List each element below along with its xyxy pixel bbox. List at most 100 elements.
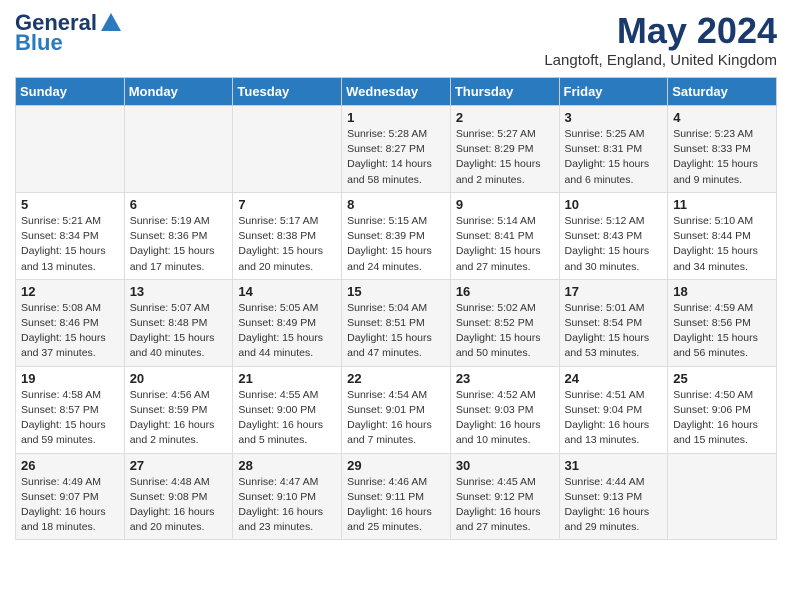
day-header-friday: Friday	[559, 78, 668, 106]
day-info: Sunrise: 4:52 AMSunset: 9:03 PMDaylight:…	[456, 388, 554, 449]
logo: General Blue	[15, 10, 123, 56]
sunset-text: Sunset: 8:29 PM	[456, 143, 534, 155]
day-number: 22	[347, 371, 445, 386]
calendar-cell: 27Sunrise: 4:48 AMSunset: 9:08 PMDayligh…	[124, 453, 233, 540]
daylight-text: Daylight: 15 hours and 47 minutes.	[347, 332, 432, 359]
day-number: 24	[565, 371, 663, 386]
daylight-text: Daylight: 16 hours and 15 minutes.	[673, 419, 758, 446]
sunrise-text: Sunrise: 5:28 AM	[347, 128, 427, 140]
day-info: Sunrise: 4:44 AM Sunset: 9:13 PM Daylight:…	[565, 475, 663, 536]
calendar-cell	[16, 106, 125, 193]
daylight-text: Daylight: 15 hours and 27 minutes.	[456, 245, 541, 272]
sunset-text: Sunset: 8:43 PM	[565, 230, 643, 242]
daylight-text: Daylight: 15 hours and 17 minutes.	[130, 245, 215, 272]
days-header-row: SundayMondayTuesdayWednesdayThursdayFrid…	[16, 78, 777, 106]
daylight-text: Daylight: 15 hours and 13 minutes.	[21, 245, 106, 272]
daylight-text: Daylight: 15 hours and 6 minutes.	[565, 158, 650, 185]
logo-blue: Blue	[15, 30, 63, 56]
day-header-monday: Monday	[124, 78, 233, 106]
sunset-text: Sunset: 9:13 PM	[565, 491, 643, 503]
sunrise-text: Sunrise: 4:52 AM	[456, 389, 536, 401]
daylight-text: Daylight: 15 hours and 40 minutes.	[130, 332, 215, 359]
calendar-cell: 31Sunrise: 4:44 AMSunset: 9:13 PMDayligh…	[559, 453, 668, 540]
sunrise-text: Sunrise: 5:12 AM	[565, 215, 645, 227]
page-header: General Blue May 2024 Langtoft, England,…	[15, 10, 777, 69]
day-info: Sunrise: 5:19 AMSunset: 8:36 PMDaylight:…	[130, 214, 228, 275]
day-info: Sunrise: 5:01 AMSunset: 8:54 PMDaylight:…	[565, 301, 663, 362]
day-info: Sunrise: 4:54 AMSunset: 9:01 PMDaylight:…	[347, 388, 445, 449]
daylight-text: Daylight: 15 hours and 20 minutes.	[238, 245, 323, 272]
day-number: 2	[456, 110, 554, 125]
calendar-cell: 25Sunrise: 4:50 AMSunset: 9:06 PMDayligh…	[668, 366, 777, 453]
calendar-cell: 10 Sunrise: 5:12 AM Sunset: 8:43 PM Dayligh…	[559, 192, 668, 279]
location: Langtoft, England, United Kingdom	[544, 52, 777, 69]
sunrise-text: Sunrise: 4:54 AM	[347, 389, 427, 401]
sunrise-text: Sunrise: 5:25 AM	[565, 128, 645, 140]
daylight-text: Daylight: 16 hours and 29 minutes.	[565, 506, 650, 533]
sunset-text: Sunset: 9:01 PM	[347, 404, 425, 416]
day-info: Sunrise: 5:02 AMSunset: 8:52 PMDaylight:…	[456, 301, 554, 362]
daylight-text: Daylight: 15 hours and 24 minutes.	[347, 245, 432, 272]
month-title: May 2024	[544, 10, 777, 52]
sunrise-text: Sunrise: 4:50 AM	[673, 389, 753, 401]
sunset-text: Sunset: 8:36 PM	[130, 230, 208, 242]
day-info: Sunrise: 4:51 AMSunset: 9:04 PMDaylight:…	[565, 388, 663, 449]
calendar-cell: 15Sunrise: 5:04 AMSunset: 8:51 PMDayligh…	[342, 279, 451, 366]
sunrise-text: Sunrise: 4:48 AM	[130, 476, 210, 488]
day-number: 12	[21, 284, 119, 299]
calendar-cell: 20Sunrise: 4:56 AMSunset: 8:59 PMDayligh…	[124, 366, 233, 453]
sunset-text: Sunset: 8:52 PM	[456, 317, 534, 329]
sunset-text: Sunset: 8:51 PM	[347, 317, 425, 329]
day-info: Sunrise: 5:25 AMSunset: 8:31 PMDaylight:…	[565, 127, 663, 188]
sunset-text: Sunset: 8:27 PM	[347, 143, 425, 155]
daylight-text: Daylight: 15 hours and 30 minutes.	[565, 245, 650, 272]
day-number: 4	[673, 110, 771, 125]
day-number: 1	[347, 110, 445, 125]
calendar-cell: 22Sunrise: 4:54 AMSunset: 9:01 PMDayligh…	[342, 366, 451, 453]
day-number: 28	[238, 458, 336, 473]
sunrise-text: Sunrise: 4:44 AM	[565, 476, 645, 488]
daylight-text: Daylight: 16 hours and 27 minutes.	[456, 506, 541, 533]
sunrise-text: Sunrise: 5:10 AM	[673, 215, 753, 227]
day-info: Sunrise: 5:17 AMSunset: 8:38 PMDaylight:…	[238, 214, 336, 275]
daylight-text: Daylight: 15 hours and 2 minutes.	[456, 158, 541, 185]
daylight-text: Daylight: 15 hours and 59 minutes.	[21, 419, 106, 446]
daylight-text: Daylight: 16 hours and 13 minutes.	[565, 419, 650, 446]
day-header-thursday: Thursday	[450, 78, 559, 106]
day-number: 30	[456, 458, 554, 473]
day-info: Sunrise: 5:07 AMSunset: 8:48 PMDaylight:…	[130, 301, 228, 362]
sunrise-text: Sunrise: 4:51 AM	[565, 389, 645, 401]
day-number: 19	[21, 371, 119, 386]
calendar-cell: 21Sunrise: 4:55 AMSunset: 9:00 PMDayligh…	[233, 366, 342, 453]
sunset-text: Sunset: 9:03 PM	[456, 404, 534, 416]
calendar-cell: 6 Sunrise: 5:19 AMSunset: 8:36 PMDaylight…	[124, 192, 233, 279]
daylight-text: Daylight: 16 hours and 25 minutes.	[347, 506, 432, 533]
calendar-cell: 12Sunrise: 5:08 AMSunset: 8:46 PMDayligh…	[16, 279, 125, 366]
sunrise-text: Sunrise: 5:01 AM	[565, 302, 645, 314]
day-number: 11	[673, 197, 771, 212]
day-number: 6	[130, 197, 228, 212]
day-number: 7	[238, 197, 336, 212]
calendar-cell: 1Sunrise: 5:28 AMSunset: 8:27 PMDaylight…	[342, 106, 451, 193]
sunset-text: Sunset: 9:06 PM	[673, 404, 751, 416]
day-number: 10	[565, 197, 663, 212]
sunset-text: Sunset: 9:08 PM	[130, 491, 208, 503]
calendar-cell: 24 Sunrise: 4:51 AMSunset: 9:04 PMDayligh…	[559, 366, 668, 453]
calendar-cell: 7 Sunrise: 5:17 AMSunset: 8:38 PMDaylight…	[233, 192, 342, 279]
sunset-text: Sunset: 8:38 PM	[238, 230, 316, 242]
day-number: 29	[347, 458, 445, 473]
day-info: Sunrise: 4:58 AMSunset: 8:57 PMDaylight:…	[21, 388, 119, 449]
day-number: 17	[565, 284, 663, 299]
calendar-cell: 30Sunrise: 4:45 AMSunset: 9:12 PMDayligh…	[450, 453, 559, 540]
day-info: Sunrise: 4:49 AMSunset: 9:07 PMDaylight:…	[21, 475, 119, 536]
sunset-text: Sunset: 8:44 PM	[673, 230, 751, 242]
calendar-cell: 17 Sunrise: 5:01 AMSunset: 8:54 PMDayligh…	[559, 279, 668, 366]
sunrise-text: Sunrise: 5:05 AM	[238, 302, 318, 314]
sunrise-text: Sunrise: 4:47 AM	[238, 476, 318, 488]
day-info: Sunrise: 5:10 AMSunset: 8:44 PMDaylight:…	[673, 214, 771, 275]
day-number: 21	[238, 371, 336, 386]
day-info: Sunrise: 4:59 AMSunset: 8:56 PMDaylight:…	[673, 301, 771, 362]
week-row-4: 19 Sunrise: 4:58 AMSunset: 8:57 PMDayligh…	[16, 366, 777, 453]
sunset-text: Sunset: 8:34 PM	[21, 230, 99, 242]
sunset-text: Sunset: 8:39 PM	[347, 230, 425, 242]
